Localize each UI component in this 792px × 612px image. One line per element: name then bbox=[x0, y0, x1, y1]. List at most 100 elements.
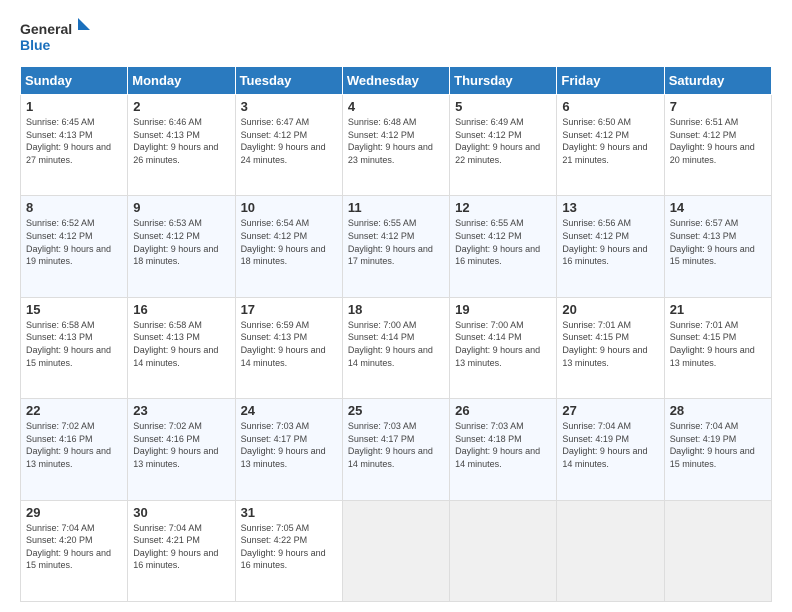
calendar-cell: 13 Sunrise: 6:56 AMSunset: 4:12 PMDaylig… bbox=[557, 196, 664, 297]
day-number: 24 bbox=[241, 403, 337, 418]
day-info: Sunrise: 7:05 AMSunset: 4:22 PMDaylight:… bbox=[241, 523, 326, 571]
calendar-table: SundayMondayTuesdayWednesdayThursdayFrid… bbox=[20, 66, 772, 602]
day-info: Sunrise: 7:00 AMSunset: 4:14 PMDaylight:… bbox=[348, 320, 433, 368]
day-info: Sunrise: 6:56 AMSunset: 4:12 PMDaylight:… bbox=[562, 218, 647, 266]
day-info: Sunrise: 6:53 AMSunset: 4:12 PMDaylight:… bbox=[133, 218, 218, 266]
calendar-cell: 6 Sunrise: 6:50 AMSunset: 4:12 PMDayligh… bbox=[557, 95, 664, 196]
day-info: Sunrise: 6:55 AMSunset: 4:12 PMDaylight:… bbox=[455, 218, 540, 266]
day-number: 30 bbox=[133, 505, 229, 520]
day-number: 6 bbox=[562, 99, 658, 114]
day-info: Sunrise: 6:45 AMSunset: 4:13 PMDaylight:… bbox=[26, 117, 111, 165]
calendar-cell bbox=[450, 500, 557, 601]
day-info: Sunrise: 6:49 AMSunset: 4:12 PMDaylight:… bbox=[455, 117, 540, 165]
calendar-week-3: 15 Sunrise: 6:58 AMSunset: 4:13 PMDaylig… bbox=[21, 297, 772, 398]
day-info: Sunrise: 7:04 AMSunset: 4:19 PMDaylight:… bbox=[670, 421, 755, 469]
day-info: Sunrise: 7:02 AMSunset: 4:16 PMDaylight:… bbox=[133, 421, 218, 469]
calendar-cell: 30 Sunrise: 7:04 AMSunset: 4:21 PMDaylig… bbox=[128, 500, 235, 601]
day-info: Sunrise: 6:54 AMSunset: 4:12 PMDaylight:… bbox=[241, 218, 326, 266]
day-info: Sunrise: 6:57 AMSunset: 4:13 PMDaylight:… bbox=[670, 218, 755, 266]
calendar-cell: 2 Sunrise: 6:46 AMSunset: 4:13 PMDayligh… bbox=[128, 95, 235, 196]
calendar-header-saturday: Saturday bbox=[664, 67, 771, 95]
day-info: Sunrise: 6:58 AMSunset: 4:13 PMDaylight:… bbox=[133, 320, 218, 368]
calendar-cell bbox=[557, 500, 664, 601]
calendar-cell: 16 Sunrise: 6:58 AMSunset: 4:13 PMDaylig… bbox=[128, 297, 235, 398]
calendar-cell bbox=[664, 500, 771, 601]
day-info: Sunrise: 6:47 AMSunset: 4:12 PMDaylight:… bbox=[241, 117, 326, 165]
day-number: 8 bbox=[26, 200, 122, 215]
calendar-cell: 1 Sunrise: 6:45 AMSunset: 4:13 PMDayligh… bbox=[21, 95, 128, 196]
calendar-cell: 19 Sunrise: 7:00 AMSunset: 4:14 PMDaylig… bbox=[450, 297, 557, 398]
svg-text:General: General bbox=[20, 21, 72, 37]
calendar-cell: 15 Sunrise: 6:58 AMSunset: 4:13 PMDaylig… bbox=[21, 297, 128, 398]
calendar-cell: 21 Sunrise: 7:01 AMSunset: 4:15 PMDaylig… bbox=[664, 297, 771, 398]
day-number: 3 bbox=[241, 99, 337, 114]
day-info: Sunrise: 6:46 AMSunset: 4:13 PMDaylight:… bbox=[133, 117, 218, 165]
calendar-cell: 27 Sunrise: 7:04 AMSunset: 4:19 PMDaylig… bbox=[557, 399, 664, 500]
day-number: 2 bbox=[133, 99, 229, 114]
day-info: Sunrise: 7:03 AMSunset: 4:18 PMDaylight:… bbox=[455, 421, 540, 469]
calendar-header-friday: Friday bbox=[557, 67, 664, 95]
day-number: 17 bbox=[241, 302, 337, 317]
calendar-week-2: 8 Sunrise: 6:52 AMSunset: 4:12 PMDayligh… bbox=[21, 196, 772, 297]
calendar-cell: 8 Sunrise: 6:52 AMSunset: 4:12 PMDayligh… bbox=[21, 196, 128, 297]
calendar-cell: 26 Sunrise: 7:03 AMSunset: 4:18 PMDaylig… bbox=[450, 399, 557, 500]
calendar-header-tuesday: Tuesday bbox=[235, 67, 342, 95]
day-info: Sunrise: 7:04 AMSunset: 4:19 PMDaylight:… bbox=[562, 421, 647, 469]
day-number: 4 bbox=[348, 99, 444, 114]
calendar-cell: 22 Sunrise: 7:02 AMSunset: 4:16 PMDaylig… bbox=[21, 399, 128, 500]
day-number: 23 bbox=[133, 403, 229, 418]
day-info: Sunrise: 6:51 AMSunset: 4:12 PMDaylight:… bbox=[670, 117, 755, 165]
day-number: 14 bbox=[670, 200, 766, 215]
day-number: 21 bbox=[670, 302, 766, 317]
page: General Blue SundayMondayTuesdayWednesda… bbox=[0, 0, 792, 612]
day-number: 10 bbox=[241, 200, 337, 215]
calendar-cell: 23 Sunrise: 7:02 AMSunset: 4:16 PMDaylig… bbox=[128, 399, 235, 500]
day-number: 7 bbox=[670, 99, 766, 114]
day-number: 27 bbox=[562, 403, 658, 418]
day-info: Sunrise: 7:01 AMSunset: 4:15 PMDaylight:… bbox=[670, 320, 755, 368]
calendar-cell: 31 Sunrise: 7:05 AMSunset: 4:22 PMDaylig… bbox=[235, 500, 342, 601]
day-number: 28 bbox=[670, 403, 766, 418]
calendar-week-1: 1 Sunrise: 6:45 AMSunset: 4:13 PMDayligh… bbox=[21, 95, 772, 196]
header: General Blue bbox=[20, 16, 772, 56]
day-number: 15 bbox=[26, 302, 122, 317]
calendar-cell: 4 Sunrise: 6:48 AMSunset: 4:12 PMDayligh… bbox=[342, 95, 449, 196]
calendar-header-sunday: Sunday bbox=[21, 67, 128, 95]
calendar-cell: 17 Sunrise: 6:59 AMSunset: 4:13 PMDaylig… bbox=[235, 297, 342, 398]
calendar-cell: 7 Sunrise: 6:51 AMSunset: 4:12 PMDayligh… bbox=[664, 95, 771, 196]
day-info: Sunrise: 7:00 AMSunset: 4:14 PMDaylight:… bbox=[455, 320, 540, 368]
day-number: 5 bbox=[455, 99, 551, 114]
day-number: 22 bbox=[26, 403, 122, 418]
day-info: Sunrise: 7:03 AMSunset: 4:17 PMDaylight:… bbox=[348, 421, 433, 469]
day-info: Sunrise: 7:04 AMSunset: 4:21 PMDaylight:… bbox=[133, 523, 218, 571]
calendar-body: 1 Sunrise: 6:45 AMSunset: 4:13 PMDayligh… bbox=[21, 95, 772, 602]
day-number: 19 bbox=[455, 302, 551, 317]
calendar-cell: 12 Sunrise: 6:55 AMSunset: 4:12 PMDaylig… bbox=[450, 196, 557, 297]
calendar-cell: 9 Sunrise: 6:53 AMSunset: 4:12 PMDayligh… bbox=[128, 196, 235, 297]
calendar-cell: 28 Sunrise: 7:04 AMSunset: 4:19 PMDaylig… bbox=[664, 399, 771, 500]
calendar-cell bbox=[342, 500, 449, 601]
svg-text:Blue: Blue bbox=[20, 37, 51, 53]
day-number: 29 bbox=[26, 505, 122, 520]
day-info: Sunrise: 6:48 AMSunset: 4:12 PMDaylight:… bbox=[348, 117, 433, 165]
calendar-cell: 14 Sunrise: 6:57 AMSunset: 4:13 PMDaylig… bbox=[664, 196, 771, 297]
day-info: Sunrise: 6:58 AMSunset: 4:13 PMDaylight:… bbox=[26, 320, 111, 368]
calendar-header-monday: Monday bbox=[128, 67, 235, 95]
calendar-cell: 3 Sunrise: 6:47 AMSunset: 4:12 PMDayligh… bbox=[235, 95, 342, 196]
calendar-cell: 24 Sunrise: 7:03 AMSunset: 4:17 PMDaylig… bbox=[235, 399, 342, 500]
day-info: Sunrise: 7:01 AMSunset: 4:15 PMDaylight:… bbox=[562, 320, 647, 368]
day-info: Sunrise: 6:50 AMSunset: 4:12 PMDaylight:… bbox=[562, 117, 647, 165]
day-info: Sunrise: 7:04 AMSunset: 4:20 PMDaylight:… bbox=[26, 523, 111, 571]
calendar-cell: 20 Sunrise: 7:01 AMSunset: 4:15 PMDaylig… bbox=[557, 297, 664, 398]
day-info: Sunrise: 7:02 AMSunset: 4:16 PMDaylight:… bbox=[26, 421, 111, 469]
day-number: 16 bbox=[133, 302, 229, 317]
day-info: Sunrise: 6:59 AMSunset: 4:13 PMDaylight:… bbox=[241, 320, 326, 368]
day-number: 9 bbox=[133, 200, 229, 215]
day-info: Sunrise: 6:52 AMSunset: 4:12 PMDaylight:… bbox=[26, 218, 111, 266]
calendar-header-row: SundayMondayTuesdayWednesdayThursdayFrid… bbox=[21, 67, 772, 95]
logo: General Blue bbox=[20, 16, 90, 56]
day-number: 26 bbox=[455, 403, 551, 418]
day-number: 13 bbox=[562, 200, 658, 215]
day-number: 1 bbox=[26, 99, 122, 114]
calendar-cell: 29 Sunrise: 7:04 AMSunset: 4:20 PMDaylig… bbox=[21, 500, 128, 601]
